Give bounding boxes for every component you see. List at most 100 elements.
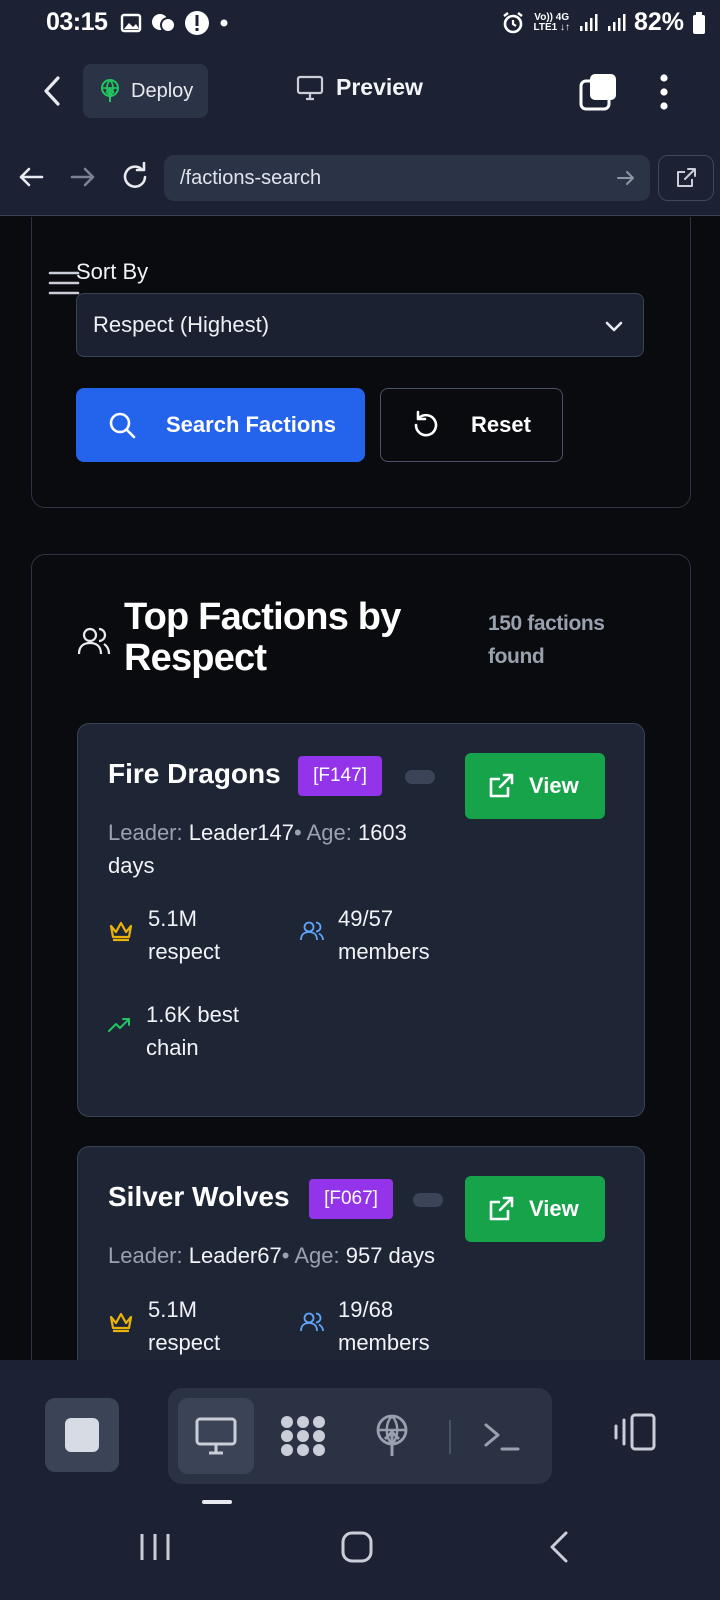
preview-title[interactable]: Preview	[296, 74, 423, 101]
back-button[interactable]	[38, 74, 68, 108]
view-label: View	[529, 773, 579, 798]
users-icon	[78, 627, 110, 655]
workflow-icon	[281, 1416, 325, 1456]
recent-apps-icon[interactable]	[138, 1530, 172, 1564]
members-stat: 49/57 members	[300, 902, 470, 968]
signal-icon	[579, 13, 598, 31]
age-prefix: • Age:	[293, 820, 352, 845]
nav-back-button[interactable]	[14, 160, 48, 194]
chat-icon	[152, 14, 176, 33]
deploy-icon	[376, 1414, 408, 1456]
deploy-label: Deploy	[131, 79, 194, 102]
results-title: Top Factions by Respect	[124, 596, 401, 679]
leader-prefix: Leader:	[108, 820, 183, 845]
leader-name: Leader147	[188, 820, 294, 845]
sort-select[interactable]: Respect (Highest)	[76, 293, 644, 357]
alert-icon	[185, 11, 209, 35]
reload-icon	[123, 161, 147, 188]
trending-up-icon	[108, 1018, 130, 1032]
stop-button[interactable]	[45, 1398, 119, 1472]
members-stat: 19/68 members	[300, 1293, 470, 1359]
results-count: 150 factions found	[488, 612, 605, 668]
members-value: 19/68 members	[338, 1297, 430, 1355]
go-arrow-icon[interactable]	[614, 166, 638, 190]
chain-value: 1.6K best chain	[146, 1002, 239, 1060]
tool-group	[168, 1388, 552, 1484]
battery-text: 82%	[633, 8, 684, 36]
deploy-icon	[101, 79, 119, 102]
deploy-button[interactable]: Deploy	[83, 64, 208, 118]
url-input[interactable]: /factions-search	[164, 155, 650, 201]
sort-label: Sort By	[76, 259, 149, 284]
leader-name: Leader67	[188, 1243, 282, 1268]
reset-button[interactable]: Reset	[380, 388, 563, 462]
external-link-icon	[677, 168, 696, 187]
system-back-icon[interactable]	[546, 1530, 572, 1564]
tab-indicator	[202, 1500, 232, 1504]
crown-icon	[109, 921, 133, 942]
workflow-tool-button[interactable]	[265, 1398, 341, 1474]
results-card: Top Factions by Respect 150 factions fou…	[31, 554, 691, 1360]
notification-icons	[120, 10, 230, 36]
view-button[interactable]: View	[465, 1176, 605, 1242]
deploy-tool-button[interactable]	[354, 1398, 430, 1474]
alarm-icon	[503, 11, 524, 33]
faction-name: Silver Wolves	[108, 1181, 290, 1212]
more-vertical-icon	[660, 74, 668, 110]
faction-meta: Leader: Leader67• Age: 957 days	[108, 1239, 468, 1272]
faction-card: Fire Dragons [F147] View Leader: Leader1…	[77, 723, 645, 1117]
chevron-down-icon	[605, 321, 623, 332]
sort-value: Respect (Highest)	[93, 312, 270, 337]
faction-tag: [F147]	[298, 756, 382, 796]
respect-stat: 5.1M respect	[108, 1293, 278, 1359]
reset-button-label: Reset	[471, 412, 531, 437]
faction-card: Silver Wolves [F067] View Leader: Leader…	[77, 1146, 645, 1360]
bottom-toolbar	[0, 1360, 720, 1600]
age-prefix: • Age:	[281, 1243, 340, 1268]
view-button[interactable]: View	[465, 753, 605, 819]
open-external-button[interactable]	[658, 155, 714, 201]
more-options-button[interactable]	[652, 72, 676, 112]
faction-name: Fire Dragons	[108, 758, 281, 789]
members-icon	[300, 1312, 324, 1332]
faction-meta: Leader: Leader147• Age: 1603 days	[108, 816, 458, 882]
app-bar: Deploy Preview	[0, 46, 720, 138]
chain-stat: 1.6K best chain	[108, 998, 278, 1064]
reload-button[interactable]	[118, 160, 152, 194]
panel-toggle-button[interactable]	[612, 1412, 658, 1452]
monitor-icon	[195, 1417, 237, 1455]
network-indicator: Vo)) 4G LTE1 ↓↑	[533, 12, 569, 33]
tabs-button[interactable]	[578, 72, 618, 112]
crown-icon	[109, 1312, 133, 1333]
respect-stat: 5.1M respect	[108, 902, 278, 968]
status-pill	[413, 1193, 443, 1207]
members-value: 49/57 members	[338, 906, 430, 964]
terminal-tool-button[interactable]	[464, 1398, 540, 1474]
dot-icon	[220, 19, 228, 27]
signal-icon-2	[607, 13, 626, 31]
chevron-left-icon	[44, 76, 60, 106]
monitor-icon	[296, 75, 324, 100]
leader-prefix: Leader:	[108, 1243, 183, 1268]
terminal-icon	[484, 1423, 520, 1451]
toolbar-divider	[449, 1420, 451, 1454]
view-label: View	[529, 1196, 579, 1221]
respect-value: 5.1M respect	[148, 1297, 221, 1355]
panel-icon	[614, 1413, 656, 1451]
reset-icon	[414, 410, 438, 437]
preview-tool-button[interactable]	[178, 1398, 254, 1474]
arrow-left-icon	[19, 167, 44, 187]
url-bar: /factions-search	[0, 138, 720, 216]
arrow-right-icon	[70, 167, 95, 187]
nav-forward-button[interactable]	[66, 160, 100, 194]
faction-tag: [F067]	[309, 1179, 393, 1219]
search-factions-button[interactable]: Search Factions	[76, 388, 365, 462]
members-icon	[300, 921, 324, 941]
page-content: Sort By Respect (Highest) Search Faction…	[0, 217, 720, 1360]
copy-tabs-icon	[579, 74, 616, 111]
respect-value: 5.1M respect	[148, 906, 221, 964]
stop-icon	[65, 1418, 99, 1452]
system-nav-bar	[0, 1510, 720, 1600]
gallery-icon	[120, 13, 142, 33]
home-icon[interactable]	[340, 1530, 374, 1564]
